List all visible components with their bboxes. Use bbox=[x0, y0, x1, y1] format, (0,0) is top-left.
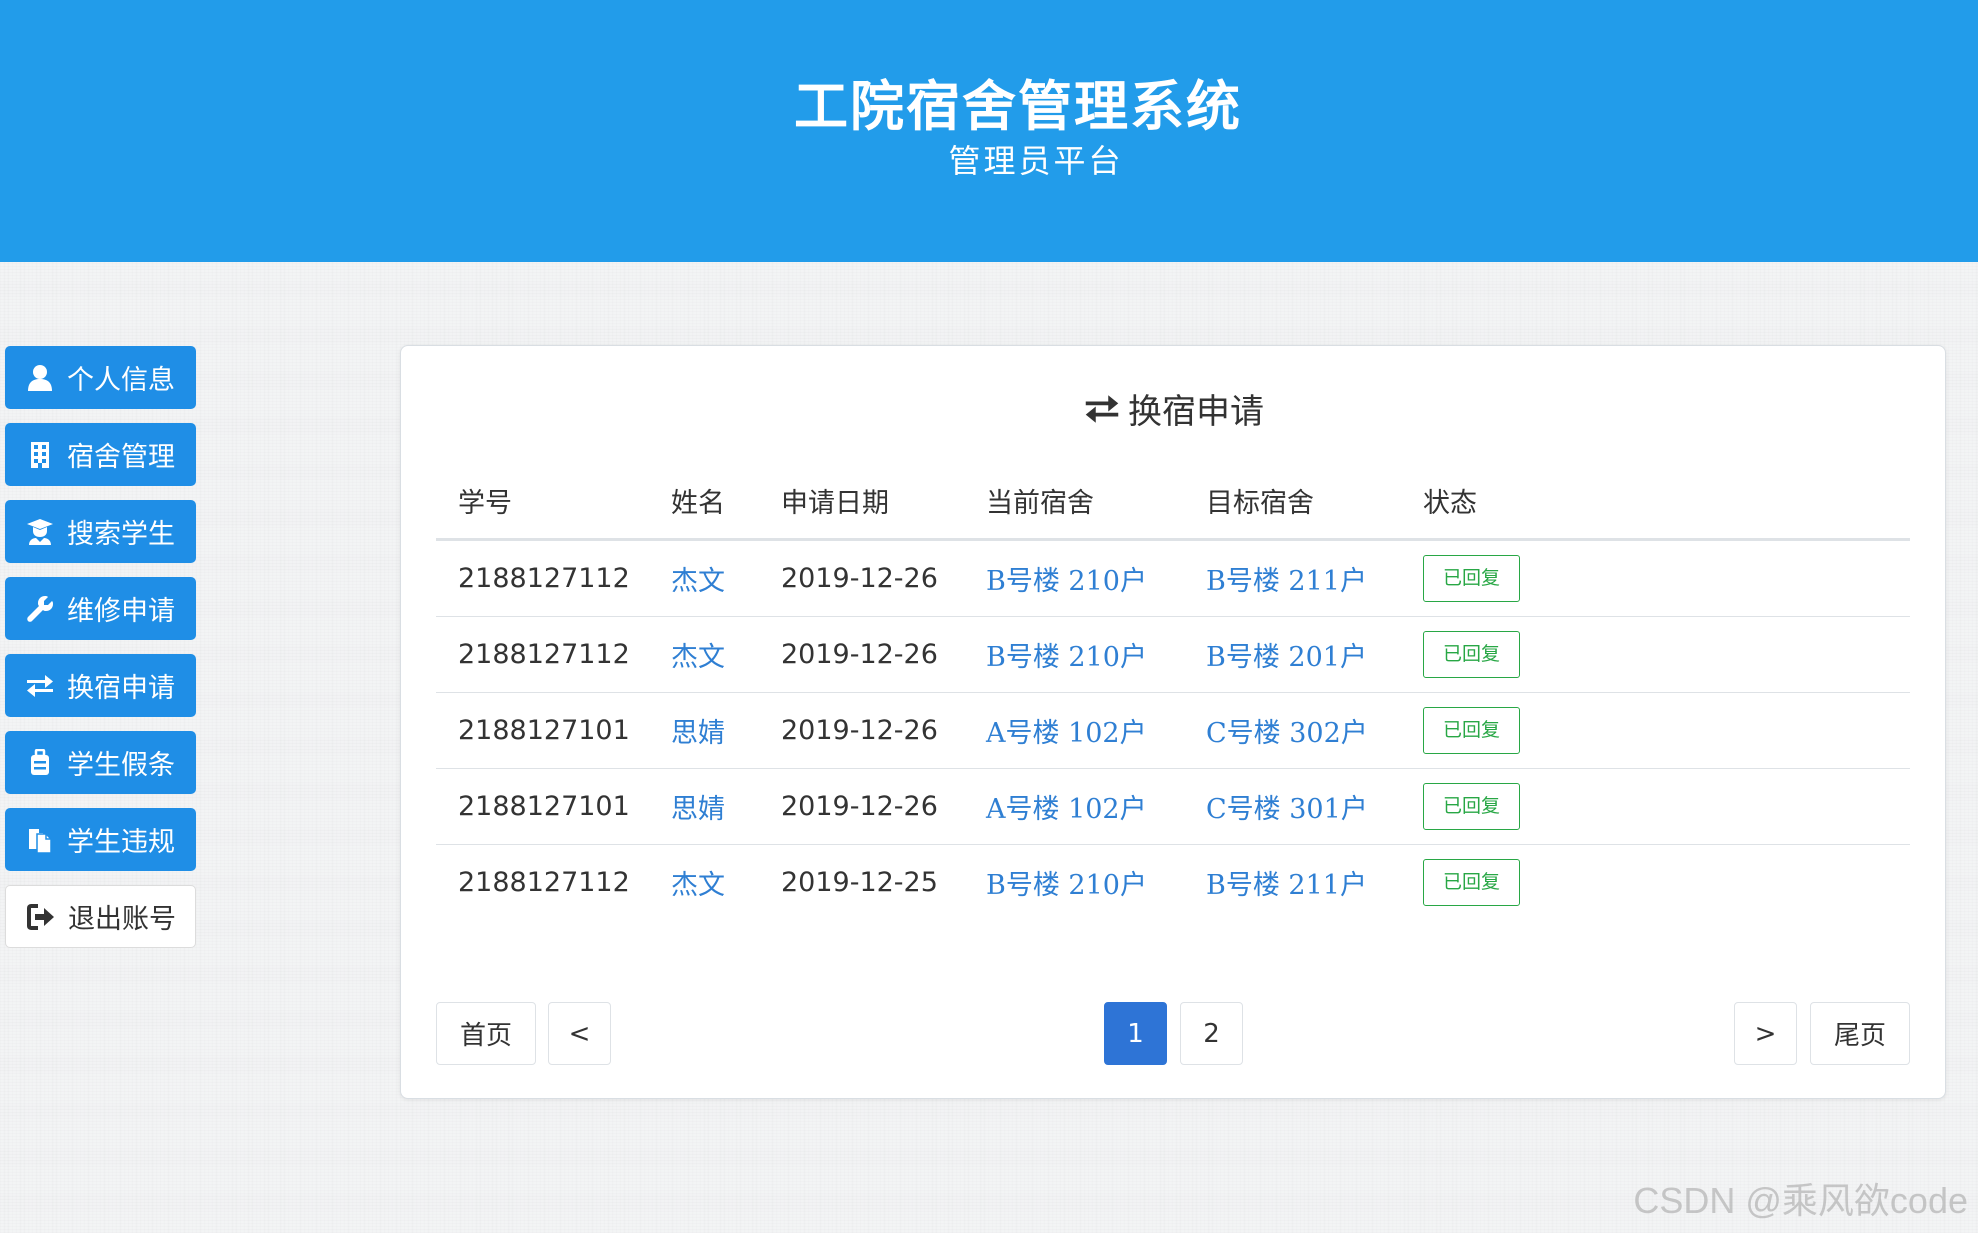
sidebar-item-label: 退出账号 bbox=[68, 904, 176, 935]
column-header-date: 申请日期 bbox=[759, 462, 964, 541]
status-badge[interactable]: 已回复 bbox=[1423, 859, 1520, 906]
cell-current-dorm-link[interactable]: B号楼 210户 bbox=[964, 616, 1184, 693]
panel-title-text: 换宿申请 bbox=[1128, 392, 1264, 432]
table-row: 2188127112 杰文 2019-12-25 B号楼 210户 B号楼 21… bbox=[436, 845, 1910, 921]
cell-current-dorm-link[interactable]: A号楼 102户 bbox=[964, 768, 1184, 845]
sidebar: 个人信息 宿舍管理 搜索学生 维修申请 换宿申请 学生假条 学生违规 退出账号 bbox=[5, 346, 196, 962]
app-subtitle: 管理员平台 bbox=[948, 142, 1124, 180]
status-badge[interactable]: 已回复 bbox=[1423, 783, 1520, 830]
status-badge[interactable]: 已回复 bbox=[1423, 555, 1520, 602]
table-row: 2188127101 思婧 2019-12-26 A号楼 102户 C号楼 30… bbox=[436, 768, 1910, 845]
page-button-1[interactable]: 1 bbox=[1104, 1002, 1167, 1065]
cell-name-link[interactable]: 杰文 bbox=[649, 616, 759, 693]
next-page-button[interactable]: > bbox=[1734, 1002, 1797, 1065]
cell-name-link[interactable]: 杰文 bbox=[649, 845, 759, 921]
cell-target-dorm-link[interactable]: C号楼 301户 bbox=[1184, 768, 1401, 845]
cell-name-link[interactable]: 思婧 bbox=[649, 692, 759, 769]
sidebar-item-search-student[interactable]: 搜索学生 bbox=[5, 500, 196, 563]
cell-status: 已回复 bbox=[1401, 539, 1910, 617]
cell-date: 2019-12-26 bbox=[759, 768, 964, 845]
cell-status: 已回复 bbox=[1401, 768, 1910, 845]
watermark: CSDN @乘风欲code bbox=[1633, 1180, 1968, 1221]
luggage-icon bbox=[25, 748, 55, 778]
dorm-change-table: 学号 姓名 申请日期 当前宿舍 目标宿舍 状态 2188127112 杰文 20… bbox=[436, 462, 1910, 920]
status-badge[interactable]: 已回复 bbox=[1423, 631, 1520, 678]
sidebar-item-dorm-change[interactable]: 换宿申请 bbox=[5, 654, 196, 717]
graduate-icon bbox=[25, 517, 55, 547]
sidebar-item-label: 个人信息 bbox=[67, 365, 175, 396]
cell-current-dorm-link[interactable]: B号楼 210户 bbox=[964, 539, 1184, 617]
app-title: 工院宿舍管理系统 bbox=[794, 74, 1242, 138]
panel-title: 换宿申请 bbox=[401, 384, 1947, 433]
first-page-button[interactable]: 首页 bbox=[436, 1002, 536, 1065]
user-icon bbox=[25, 363, 55, 393]
cell-student-id: 2188127112 bbox=[436, 539, 649, 617]
prev-page-button[interactable]: < bbox=[548, 1002, 611, 1065]
building-icon bbox=[25, 440, 55, 470]
cell-student-id: 2188127112 bbox=[436, 616, 649, 693]
dorm-change-panel: 换宿申请 学号 姓名 申请日期 当前宿舍 目标宿舍 状态 2188127112 … bbox=[400, 345, 1946, 1099]
sidebar-item-label: 学生假条 bbox=[67, 750, 175, 781]
sidebar-item-violations[interactable]: 学生违规 bbox=[5, 808, 196, 871]
exchange-icon bbox=[1084, 394, 1120, 424]
wrench-icon bbox=[25, 594, 55, 624]
sidebar-item-label: 搜索学生 bbox=[67, 519, 175, 550]
cell-student-id: 2188127112 bbox=[458, 867, 630, 898]
cell-status: 已回复 bbox=[1401, 692, 1910, 769]
header-banner: 工院宿舍管理系统 管理员平台 bbox=[0, 0, 1978, 262]
cell-target-dorm-link[interactable]: B号楼 201户 bbox=[1184, 616, 1401, 693]
column-header-status: 状态 bbox=[1401, 462, 1910, 541]
cell-status: 已回复 bbox=[1401, 845, 1910, 921]
cell-date: 2019-12-26 bbox=[759, 539, 964, 617]
status-badge[interactable]: 已回复 bbox=[1423, 707, 1520, 754]
cell-target-dorm-link[interactable]: B号楼 211户 bbox=[1184, 539, 1401, 617]
cell-date: 2019-12-26 bbox=[759, 616, 964, 693]
cell-status: 已回复 bbox=[1401, 616, 1910, 693]
cell-date: 2019-12-26 bbox=[759, 692, 964, 769]
sidebar-item-profile[interactable]: 个人信息 bbox=[5, 346, 196, 409]
sidebar-item-leave-note[interactable]: 学生假条 bbox=[5, 731, 196, 794]
exchange-icon bbox=[25, 671, 55, 701]
page-button-2[interactable]: 2 bbox=[1180, 1002, 1243, 1065]
cell-name-link[interactable]: 思婧 bbox=[649, 768, 759, 845]
logout-button[interactable]: 退出账号 bbox=[5, 885, 196, 948]
cell-current-dorm-link[interactable]: A号楼 102户 bbox=[964, 692, 1184, 769]
cell-current-dorm-link[interactable]: B号楼 210户 bbox=[964, 845, 1184, 921]
copy-icon bbox=[25, 825, 55, 855]
table-row: 2188127101 思婧 2019-12-26 A号楼 102户 C号楼 30… bbox=[436, 692, 1910, 769]
last-page-button[interactable]: 尾页 bbox=[1810, 1002, 1910, 1065]
column-header-name: 姓名 bbox=[649, 462, 759, 541]
cell-target-dorm-link[interactable]: B号楼 211户 bbox=[1184, 845, 1401, 921]
column-header-target-dorm: 目标宿舍 bbox=[1184, 462, 1401, 541]
cell-name-link[interactable]: 杰文 bbox=[649, 539, 759, 617]
cell-date: 2019-12-25 bbox=[781, 867, 938, 898]
table-row: 2188127112 杰文 2019-12-26 B号楼 210户 B号楼 21… bbox=[436, 539, 1910, 617]
sidebar-item-label: 宿舍管理 bbox=[67, 442, 175, 473]
column-header-student-id: 学号 bbox=[436, 462, 649, 541]
sidebar-item-label: 维修申请 bbox=[67, 596, 175, 627]
sidebar-item-repair-request[interactable]: 维修申请 bbox=[5, 577, 196, 640]
table-row: 2188127112 杰文 2019-12-26 B号楼 210户 B号楼 20… bbox=[436, 616, 1910, 693]
column-header-current-dorm: 当前宿舍 bbox=[964, 462, 1184, 541]
cell-target-dorm-link[interactable]: C号楼 302户 bbox=[1184, 692, 1401, 769]
sidebar-item-dorm-management[interactable]: 宿舍管理 bbox=[5, 423, 196, 486]
cell-student-id: 2188127101 bbox=[436, 768, 649, 845]
sign-out-icon bbox=[26, 902, 56, 932]
sidebar-item-label: 学生违规 bbox=[67, 827, 175, 858]
sidebar-item-label: 换宿申请 bbox=[67, 673, 175, 704]
table-header-row: 学号 姓名 申请日期 当前宿舍 目标宿舍 状态 bbox=[436, 462, 1910, 541]
cell-student-id: 2188127101 bbox=[436, 692, 649, 769]
